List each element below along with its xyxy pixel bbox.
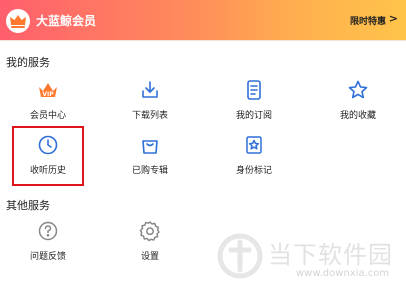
service-download-list[interactable]: 下载列表 (110, 78, 190, 126)
service-label: 我的订阅 (235, 111, 272, 121)
my-services-title: 我的服务 (6, 56, 50, 69)
document-icon (242, 78, 266, 102)
id-star-icon (242, 133, 266, 157)
service-label: 我的收藏 (339, 111, 376, 121)
star-icon (346, 78, 370, 102)
question-icon (36, 219, 60, 243)
other-services-title: 其他服务 (6, 199, 50, 212)
watermark-text: 当下软件园 (268, 241, 393, 269)
service-label: 身份标记 (235, 166, 272, 176)
service-feedback[interactable]: 问题反馈 (8, 219, 88, 267)
service-my-favorites[interactable]: 我的收藏 (318, 78, 398, 126)
service-my-subscriptions[interactable]: 我的订阅 (214, 78, 294, 126)
crown-icon (6, 9, 30, 33)
service-vip-center[interactable]: VIP 会员中心 (8, 78, 88, 126)
service-label: 会员中心 (29, 111, 66, 121)
service-purchased-albums[interactable]: 已购专辑 (110, 133, 190, 181)
watermark-logo-icon (216, 232, 264, 280)
service-settings[interactable]: 设置 (110, 219, 190, 267)
vip-title: 大蓝鲸会员 (36, 14, 97, 28)
service-label: 问题反馈 (29, 252, 66, 262)
shopping-bag-icon (138, 133, 162, 157)
svg-text:VIP: VIP (42, 91, 54, 98)
limited-offer-link[interactable]: 限时特惠 (350, 14, 386, 27)
highlight-box (12, 126, 84, 186)
service-label: 设置 (140, 252, 159, 262)
download-icon (138, 78, 162, 102)
watermark-url: www.downxia.com (296, 268, 390, 279)
gear-icon (138, 219, 162, 243)
chevron-right-icon[interactable]: > (389, 12, 398, 25)
service-identity-mark[interactable]: 身份标记 (214, 133, 294, 181)
service-label: 已购专辑 (131, 166, 168, 176)
vip-banner[interactable]: 大蓝鲸会员 限时特惠 > (0, 0, 406, 40)
vip-crown-icon: VIP (36, 78, 60, 102)
service-label: 下载列表 (131, 111, 168, 121)
